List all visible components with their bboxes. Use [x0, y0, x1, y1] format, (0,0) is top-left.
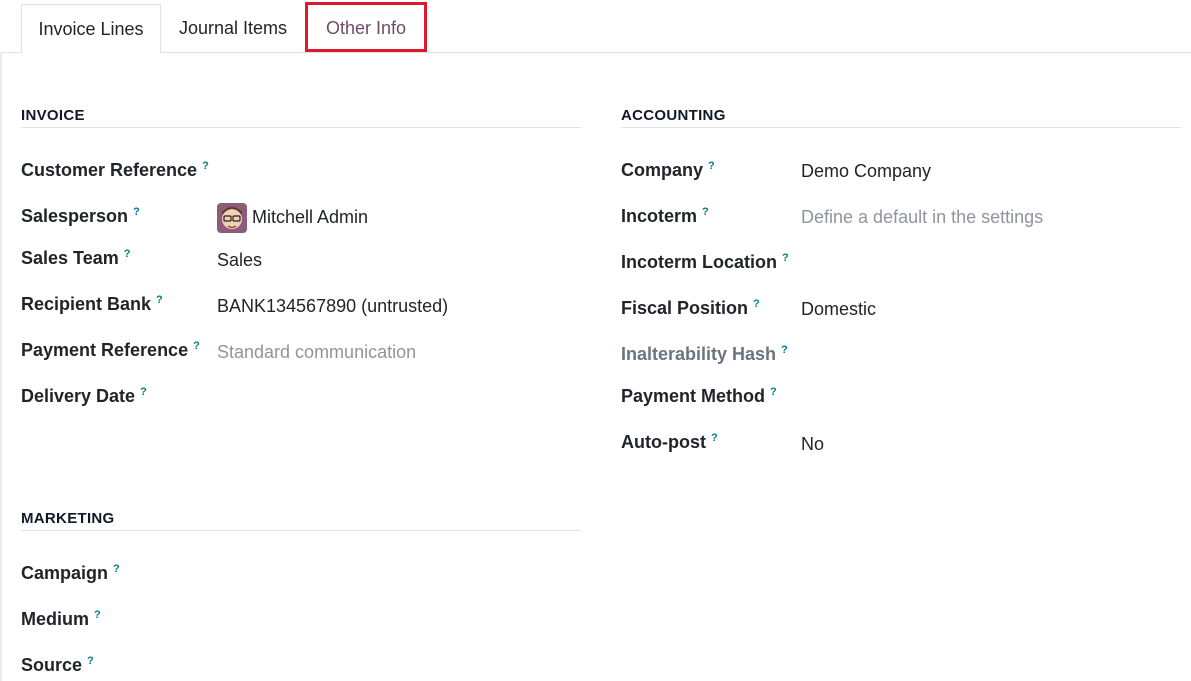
fiscal-position-value[interactable]: Domestic — [801, 299, 876, 320]
help-icon[interactable]: ? — [711, 432, 718, 444]
incoterm-input[interactable]: Define a default in the settings — [801, 207, 1043, 228]
label-medium: Medium? — [21, 609, 101, 629]
label-salesperson: Salesperson? — [21, 206, 140, 226]
auto-post-value[interactable]: No — [801, 434, 824, 455]
label-company: Company? — [621, 160, 715, 180]
section-title-accounting: ACCOUNTING — [621, 107, 1181, 128]
label-auto-post: Auto-post? — [621, 432, 718, 452]
label-incoterm-location: Incoterm Location? — [621, 252, 789, 272]
help-icon[interactable]: ? — [202, 160, 209, 172]
help-icon[interactable]: ? — [708, 160, 715, 172]
salesperson-value[interactable]: Mitchell Admin — [252, 207, 368, 228]
label-fiscal-position: Fiscal Position? — [621, 298, 760, 318]
recipient-bank-value[interactable]: BANK134567890 (untrusted) — [217, 296, 448, 317]
help-icon[interactable]: ? — [113, 563, 120, 575]
notebook-tabs: Invoice Lines Journal Items Other Info — [0, 0, 1191, 53]
help-icon[interactable]: ? — [781, 344, 788, 356]
help-icon[interactable]: ? — [124, 248, 131, 260]
help-icon[interactable]: ? — [133, 206, 140, 218]
label-source: Source? — [21, 655, 94, 675]
tab-other-info[interactable]: Other Info — [305, 2, 427, 52]
help-icon[interactable]: ? — [782, 252, 789, 264]
help-icon[interactable]: ? — [770, 386, 777, 398]
section-title-marketing: MARKETING — [21, 510, 581, 531]
tab-invoice-lines[interactable]: Invoice Lines — [21, 4, 161, 53]
help-icon[interactable]: ? — [702, 206, 709, 218]
section-title-invoice: INVOICE — [21, 107, 581, 128]
help-icon[interactable]: ? — [87, 655, 94, 667]
label-incoterm: Incoterm? — [621, 206, 709, 226]
label-campaign: Campaign? — [21, 563, 120, 583]
help-icon[interactable]: ? — [753, 298, 760, 310]
tab-journal-items[interactable]: Journal Items — [161, 4, 305, 52]
payment-reference-input[interactable]: Standard communication — [217, 342, 416, 363]
label-inalterability-hash: Inalterability Hash? — [621, 344, 788, 364]
sheet-edge — [0, 52, 2, 681]
help-icon[interactable]: ? — [94, 609, 101, 621]
label-sales-team: Sales Team? — [21, 248, 131, 268]
label-delivery-date: Delivery Date? — [21, 386, 147, 406]
help-icon[interactable]: ? — [156, 294, 163, 306]
label-payment-reference: Payment Reference? — [21, 340, 200, 360]
help-icon[interactable]: ? — [140, 386, 147, 398]
label-customer-reference: Customer Reference? — [21, 160, 209, 180]
sales-team-value[interactable]: Sales — [217, 250, 262, 271]
label-recipient-bank: Recipient Bank? — [21, 294, 163, 314]
avatar — [217, 203, 247, 233]
label-payment-method: Payment Method? — [621, 386, 777, 406]
help-icon[interactable]: ? — [193, 340, 200, 352]
company-value[interactable]: Demo Company — [801, 161, 931, 182]
